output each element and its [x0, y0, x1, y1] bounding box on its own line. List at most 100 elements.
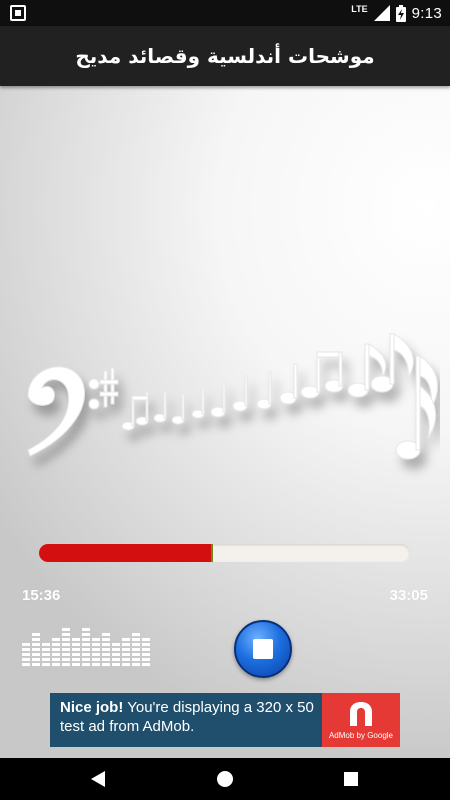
equalizer-segment	[62, 648, 70, 651]
back-button[interactable]	[68, 758, 128, 800]
equalizer-segment	[122, 638, 130, 641]
equalizer-segment	[142, 663, 150, 666]
equalizer-segment	[32, 653, 40, 656]
equalizer-segment	[52, 648, 60, 651]
equalizer-segment	[92, 648, 100, 651]
equalizer-segment	[102, 658, 110, 661]
equalizer-segment	[102, 653, 110, 656]
equalizer-segment	[42, 653, 50, 656]
equalizer-segment	[142, 638, 150, 641]
equalizer-segment	[22, 643, 30, 646]
equalizer-segment	[82, 658, 90, 661]
equalizer-bar	[132, 633, 140, 666]
equalizer-segment	[92, 638, 100, 641]
equalizer-segment	[62, 653, 70, 656]
equalizer-segment	[102, 633, 110, 636]
equalizer-segment	[132, 653, 140, 656]
equalizer-segment	[132, 638, 140, 641]
equalizer-segment	[52, 663, 60, 666]
equalizer-segment	[122, 658, 130, 661]
stop-button[interactable]	[234, 620, 292, 678]
equalizer-segment	[112, 648, 120, 651]
equalizer-segment	[82, 643, 90, 646]
total-time: 33:05	[389, 587, 428, 604]
status-bar: LTE 9:13	[0, 0, 450, 26]
app-bar: موشحات أندلسية وقصائد مديح	[0, 26, 450, 86]
equalizer-bar	[42, 643, 50, 666]
equalizer-visualizer	[22, 626, 152, 666]
equalizer-segment	[42, 643, 50, 646]
equalizer-segment	[62, 638, 70, 641]
recent-apps-icon	[344, 772, 358, 786]
admob-logo: AdMob by Google	[322, 693, 400, 747]
equalizer-segment	[42, 663, 50, 666]
home-button[interactable]	[195, 758, 255, 800]
network-type-label: LTE	[351, 4, 368, 14]
clock: 9:13	[411, 4, 442, 22]
equalizer-bar	[122, 638, 130, 666]
equalizer-segment	[132, 658, 140, 661]
music-notes-illustration	[27, 333, 438, 460]
equalizer-segment	[32, 663, 40, 666]
equalizer-segment	[92, 663, 100, 666]
equalizer-segment	[42, 648, 50, 651]
playback-progress-bar[interactable]	[39, 544, 410, 562]
equalizer-segment	[122, 648, 130, 651]
equalizer-segment	[82, 628, 90, 631]
equalizer-segment	[92, 658, 100, 661]
equalizer-segment	[72, 663, 80, 666]
equalizer-segment	[112, 653, 120, 656]
notification-icon	[10, 5, 26, 21]
equalizer-segment	[22, 648, 30, 651]
navigation-bar	[0, 758, 450, 800]
elapsed-time: 15:36	[22, 587, 61, 604]
back-icon	[91, 771, 105, 787]
equalizer-segment	[82, 638, 90, 641]
equalizer-segment	[82, 653, 90, 656]
equalizer-segment	[102, 648, 110, 651]
equalizer-segment	[112, 663, 120, 666]
equalizer-segment	[62, 643, 70, 646]
ad-headline: Nice job!	[60, 699, 124, 716]
ad-logo-label: AdMob by Google	[328, 731, 394, 740]
equalizer-segment	[62, 633, 70, 636]
equalizer-segment	[72, 653, 80, 656]
equalizer-segment	[112, 658, 120, 661]
equalizer-segment	[72, 638, 80, 641]
stop-icon	[253, 639, 273, 659]
equalizer-segment	[32, 633, 40, 636]
equalizer-segment	[92, 643, 100, 646]
equalizer-segment	[142, 648, 150, 651]
equalizer-segment	[132, 648, 140, 651]
status-indicators: LTE 9:13	[351, 0, 442, 26]
signal-icon	[373, 5, 390, 21]
equalizer-segment	[122, 653, 130, 656]
equalizer-segment	[122, 663, 130, 666]
equalizer-segment	[42, 658, 50, 661]
equalizer-segment	[132, 663, 140, 666]
equalizer-segment	[32, 648, 40, 651]
equalizer-segment	[102, 663, 110, 666]
equalizer-segment	[32, 638, 40, 641]
page-title: موشحات أندلسية وقصائد مديح	[75, 44, 375, 68]
equalizer-bar	[112, 643, 120, 666]
equalizer-segment	[142, 653, 150, 656]
equalizer-segment	[72, 658, 80, 661]
recent-apps-button[interactable]	[321, 758, 381, 800]
equalizer-segment	[52, 638, 60, 641]
equalizer-bar	[32, 633, 40, 666]
equalizer-bar	[72, 638, 80, 666]
equalizer-segment	[62, 658, 70, 661]
playback-progress-fill	[39, 544, 214, 562]
ad-banner[interactable]: Nice job! You're displaying a 320 x 50 t…	[50, 693, 400, 747]
equalizer-bar	[92, 638, 100, 666]
equalizer-segment	[142, 643, 150, 646]
equalizer-segment	[132, 633, 140, 636]
home-icon	[217, 771, 233, 787]
equalizer-segment	[22, 653, 30, 656]
equalizer-segment	[122, 643, 130, 646]
equalizer-segment	[102, 638, 110, 641]
battery-charging-icon	[395, 4, 406, 22]
admob-icon	[350, 702, 372, 726]
equalizer-segment	[52, 658, 60, 661]
